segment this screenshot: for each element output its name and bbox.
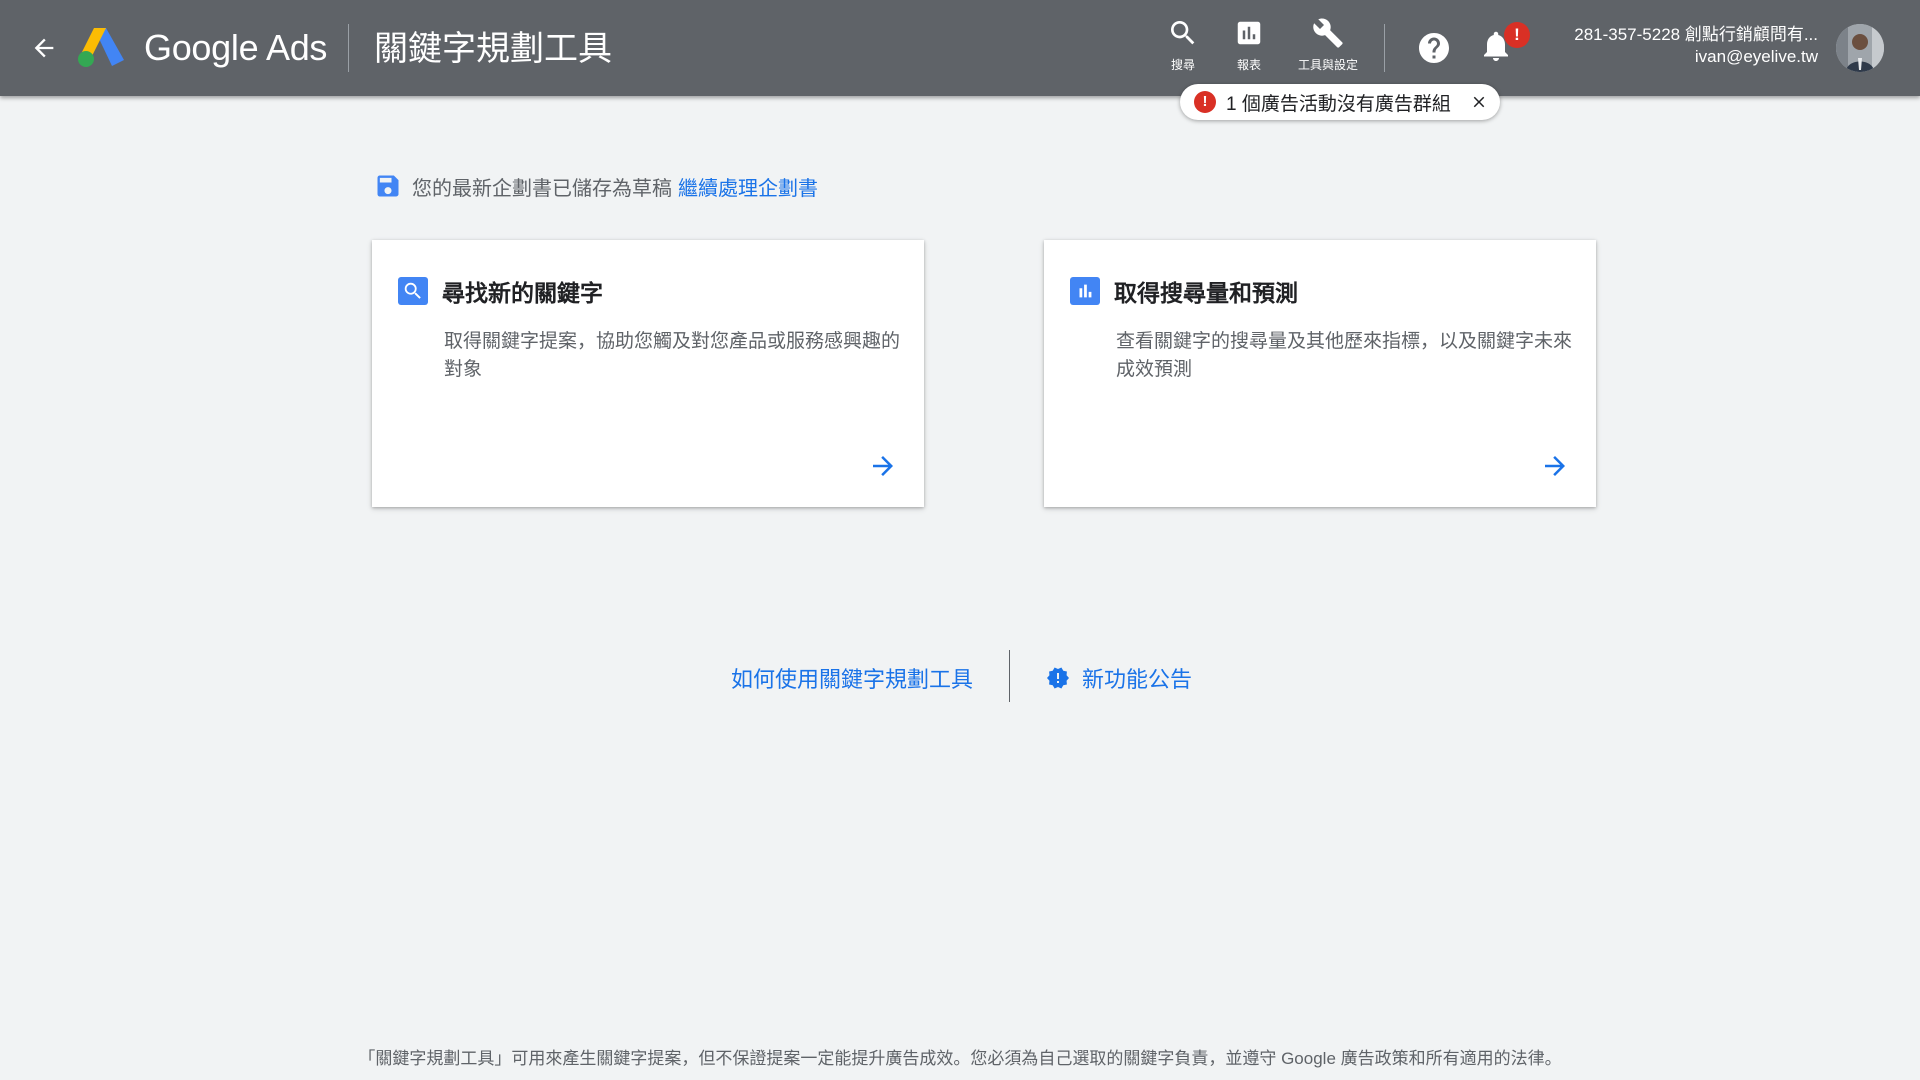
draft-notice: 您的最新企劃書已儲存為草稿 繼續處理企劃書 bbox=[374, 170, 818, 202]
new-releases-icon bbox=[1047, 667, 1069, 689]
bar-chart-icon bbox=[1070, 277, 1100, 305]
tools-settings-label: 工具與設定 bbox=[1297, 58, 1358, 72]
user-avatar-icon bbox=[1836, 24, 1884, 72]
arrow-forward-icon[interactable] bbox=[868, 451, 898, 481]
draft-text: 您的最新企劃書已儲存為草稿 bbox=[412, 177, 672, 200]
how-to-use-link[interactable]: 如何使用關鍵字規劃工具 bbox=[731, 662, 973, 694]
notification-badge: ! bbox=[1504, 22, 1530, 48]
announcements-link[interactable]: 新功能公告 bbox=[1046, 662, 1192, 694]
search-tool-button[interactable]: 搜尋 bbox=[1148, 16, 1218, 80]
find-keywords-card[interactable]: 尋找新的關鍵字 取得關鍵字提案，協助您觸及對您產品或服務感興趣的對象 bbox=[372, 240, 924, 507]
alert-close-button[interactable] bbox=[1468, 91, 1490, 113]
footer-disclaimer: 「關鍵字規劃工具」可用來產生關鍵字提案，但不保證提案一定能提升廣告成效。您必須為… bbox=[358, 1049, 1562, 1068]
arrow-forward-icon[interactable] bbox=[1540, 451, 1570, 481]
card-title: 取得搜尋量和預測 bbox=[1114, 280, 1298, 306]
continue-plan-link[interactable]: 繼續處理企劃書 bbox=[678, 172, 818, 201]
google-ads-logo[interactable] bbox=[76, 24, 126, 68]
back-button[interactable] bbox=[24, 28, 64, 68]
announcements-label: 新功能公告 bbox=[1082, 667, 1193, 692]
avatar[interactable] bbox=[1836, 24, 1884, 72]
account-switcher[interactable]: 281-357-5228 創點行銷顧問有... ivan@eyelive.tw bbox=[1574, 24, 1818, 68]
wrench-icon bbox=[1313, 18, 1343, 48]
help-button[interactable] bbox=[1414, 28, 1454, 68]
header-divider bbox=[1384, 24, 1385, 72]
error-icon: ! bbox=[1194, 91, 1216, 113]
alert-chip[interactable]: ! 1 個廣告活動沒有廣告群組 bbox=[1180, 84, 1500, 120]
tools-settings-button[interactable]: 工具與設定 bbox=[1293, 16, 1363, 80]
top-app-bar: Google Ads 關鍵字規劃工具 搜尋 報表 工具與設定 ! 281-357… bbox=[0, 0, 1920, 96]
bar-chart-icon bbox=[1237, 21, 1261, 45]
card-title: 尋找新的關鍵字 bbox=[442, 280, 603, 306]
account-email: ivan@eyelive.tw bbox=[1694, 47, 1818, 66]
search-icon bbox=[1171, 21, 1195, 45]
help-divider bbox=[1009, 650, 1010, 702]
card-description: 查看關鍵字的搜尋量及其他歷來指標，以及關鍵字未來成效預測 bbox=[1116, 331, 1573, 380]
search-icon bbox=[398, 277, 428, 305]
help-links: 如何使用關鍵字規劃工具 新功能公告 bbox=[0, 650, 1920, 702]
header-divider bbox=[348, 24, 349, 72]
page-title: 關鍵字規劃工具 bbox=[374, 30, 612, 68]
arrow-back-icon bbox=[34, 38, 54, 58]
account-name: 281-357-5228 創點行銷顧問有... bbox=[1574, 25, 1818, 44]
reports-tool-button[interactable]: 報表 bbox=[1214, 16, 1284, 80]
card-description: 取得關鍵字提案，協助您觸及對您產品或服務感興趣的對象 bbox=[444, 331, 901, 380]
search-tool-label: 搜尋 bbox=[1170, 58, 1195, 72]
search-volume-forecast-card[interactable]: 取得搜尋量和預測 查看關鍵字的搜尋量及其他歷來指標，以及關鍵字未來成效預測 bbox=[1044, 240, 1596, 507]
reports-tool-label: 報表 bbox=[1236, 58, 1261, 72]
alert-text: 1 個廣告活動沒有廣告群組 bbox=[1226, 93, 1451, 115]
close-icon bbox=[1473, 96, 1485, 108]
save-icon bbox=[377, 175, 399, 197]
brand-name: Google Ads bbox=[144, 27, 328, 68]
help-icon bbox=[1419, 33, 1449, 63]
